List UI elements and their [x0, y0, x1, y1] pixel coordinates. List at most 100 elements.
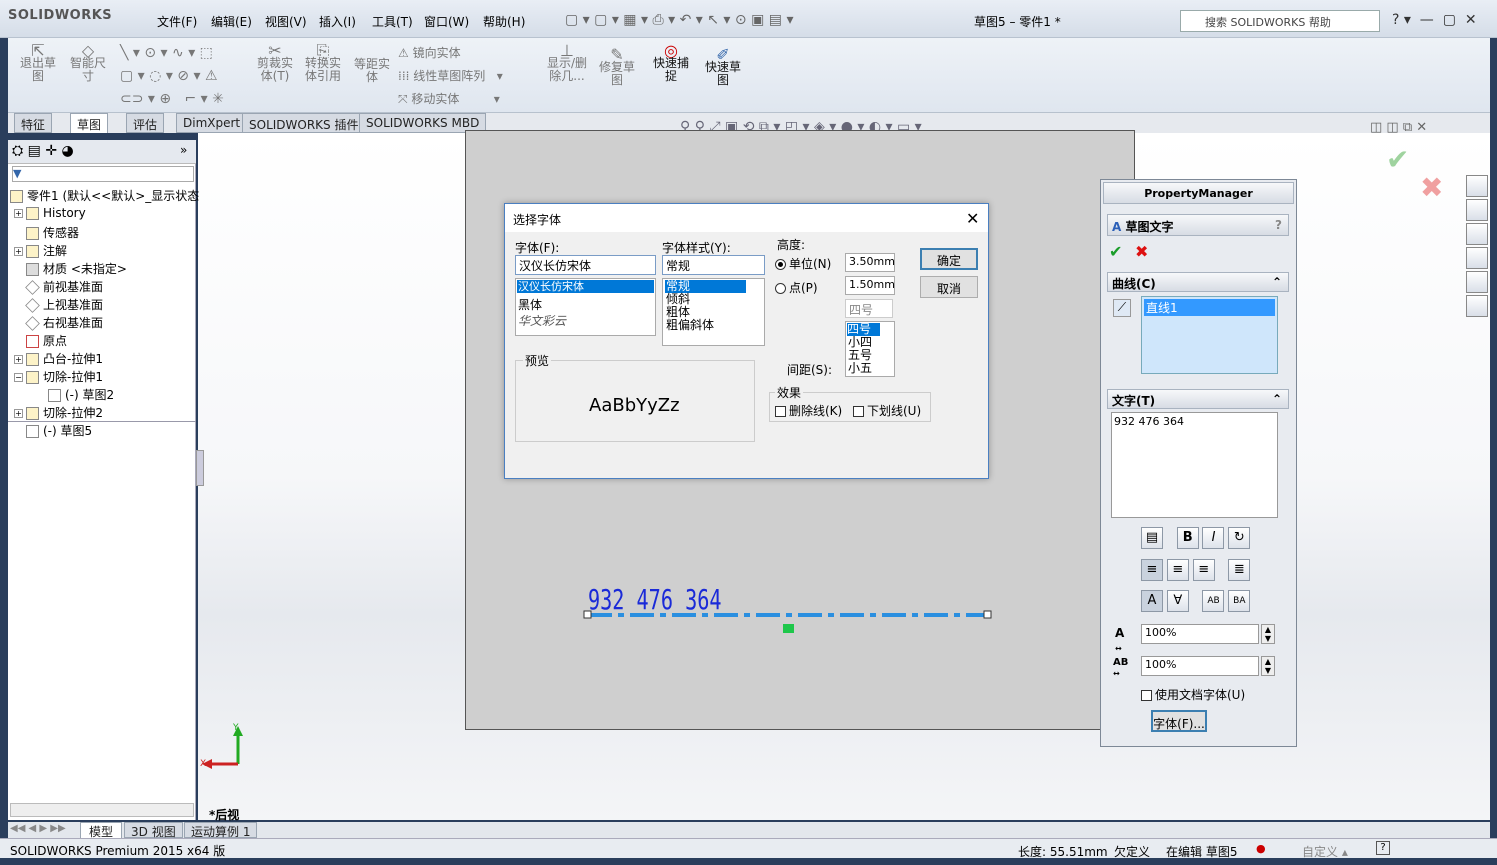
rapid-sketch-button[interactable]: ✐ 快速草图	[700, 47, 746, 87]
align-left-icon[interactable]: ≡	[1141, 559, 1163, 581]
curve-select-icon[interactable]: ⟋	[1113, 299, 1131, 317]
resources-icon[interactable]	[1466, 199, 1488, 221]
flip-vertical-icon[interactable]: A	[1141, 590, 1163, 612]
units-radio[interactable]: 单位(N)	[775, 255, 831, 272]
file-explorer-icon[interactable]	[1466, 247, 1488, 269]
viewport-controls[interactable]: ◫ ◫ ⧉ ✕	[1370, 120, 1427, 135]
tab-dimxpert[interactable]: DimXpert	[176, 113, 248, 133]
menu-insert[interactable]: 插入(I)	[319, 13, 356, 30]
tree-item-cut-extrude1[interactable]: − 切除-拉伸1	[14, 368, 103, 386]
tab-model[interactable]: 模型	[80, 822, 123, 839]
tab-scroll-arrows[interactable]: ◀◀ ◀ ▶ ▶▶	[10, 823, 66, 834]
bold-button[interactable]: B	[1176, 527, 1199, 549]
sketch-line[interactable]	[580, 605, 1000, 635]
tree-item-sketch5[interactable]: (-) 草图5	[26, 422, 92, 440]
move-entities-button[interactable]: ⤧ 移动实体 ▾	[398, 88, 500, 111]
points-radio[interactable]: 点(P)	[775, 279, 818, 296]
flip-upside-icon[interactable]: ∀	[1166, 590, 1189, 612]
align-right-icon[interactable]: ≡	[1192, 559, 1215, 581]
align-center-icon[interactable]: ≡	[1166, 559, 1189, 581]
tree-filter-icon[interactable]: ▼	[12, 166, 194, 182]
quick-snaps-button[interactable]: ◎ 快速捕捉	[648, 43, 694, 83]
link-property-icon[interactable]: ▤	[1141, 527, 1163, 549]
rebuild-icon[interactable]: ●	[1256, 842, 1266, 855]
units-menu[interactable]: 自定义 ▴	[1302, 843, 1348, 860]
help-icon[interactable]: ?	[1376, 841, 1390, 855]
tab-sketch[interactable]: 草图	[70, 113, 109, 133]
tree-item-sensors[interactable]: 传感器	[26, 224, 79, 242]
tree-item-top-plane[interactable]: 上视基准面	[25, 296, 103, 314]
style-input[interactable]: 常规	[662, 255, 765, 275]
confirm-corner-ok-icon[interactable]: ✔	[1386, 143, 1409, 176]
offset-button[interactable]: 等距实体	[350, 58, 394, 84]
exit-sketch-button[interactable]: ⇱ 退出草图	[18, 43, 58, 83]
menu-window[interactable]: 窗口(W)	[424, 13, 469, 30]
list-item[interactable]: 粗偏斜体	[663, 319, 764, 332]
tab-motion-study[interactable]: 运动算例 1	[184, 822, 258, 839]
font-list[interactable]: 汉仪长仿宋体 黑体 华文彩云	[515, 278, 656, 336]
width-spinner[interactable]: ▲ ▼	[1261, 624, 1275, 644]
list-item[interactable]: 华文彩云	[516, 312, 655, 328]
list-item[interactable]: 汉仪长仿宋体	[517, 280, 654, 293]
point-size-list[interactable]: 四号 小四 五号 小五	[845, 321, 895, 377]
menu-edit[interactable]: 编辑(E)	[211, 13, 252, 30]
tab-addins[interactable]: SOLIDWORKS 插件	[242, 113, 366, 133]
tree-item-annotations[interactable]: + 注解	[14, 242, 67, 260]
style-list[interactable]: 常规 倾斜 粗体 粗偏斜体	[662, 278, 765, 346]
window-controls[interactable]: ? ▾ — ▢ ✕	[1392, 12, 1477, 28]
spacing-input[interactable]: 1.50mm	[845, 276, 895, 295]
spacing-spinner[interactable]: ▲ ▼	[1261, 656, 1275, 676]
convert-entities-button[interactable]: ⎘ 转换实 体引用	[302, 43, 344, 83]
appearances-icon[interactable]	[1466, 271, 1488, 293]
flip-horizontal-icon[interactable]: AB	[1202, 590, 1225, 612]
home-icon[interactable]	[1466, 175, 1488, 197]
tree-item-material[interactable]: 材质 <未指定>	[26, 260, 127, 278]
repair-sketch-button[interactable]: ✎ 修复草图	[596, 47, 638, 87]
justify-icon[interactable]: ≣	[1228, 559, 1251, 581]
tree-item-boss-extrude1[interactable]: + 凸台-拉伸1	[14, 350, 103, 368]
curves-section-header[interactable]: 曲线(C) ⌃	[1107, 272, 1289, 292]
mirror-text-icon[interactable]: BA	[1228, 590, 1251, 612]
tree-item-cut-extrude2[interactable]: + 切除-拉伸2	[14, 404, 103, 422]
panel-collapse-handle[interactable]	[196, 450, 204, 486]
tree-scrollbar[interactable]	[10, 803, 194, 817]
text-input[interactable]: 932 476 364	[1111, 412, 1278, 518]
tab-evaluate[interactable]: 评估	[126, 113, 165, 133]
trim-button[interactable]: ✂ 剪裁实 体(T)	[254, 43, 296, 83]
italic-button[interactable]: I	[1202, 527, 1225, 549]
linear-pattern-button[interactable]: ⁞⁞⁞ 线性草图阵列 ▾	[398, 65, 503, 88]
list-item[interactable]: 小五	[846, 362, 894, 375]
pm-cancel-icon[interactable]: ✖	[1135, 242, 1148, 261]
menu-tools[interactable]: 工具(T)	[372, 13, 413, 30]
units-height-input[interactable]: 3.50mm	[845, 253, 895, 272]
pm-ok-icon[interactable]: ✔	[1109, 242, 1122, 261]
tree-item-front-plane[interactable]: 前视基准面	[25, 278, 103, 296]
tree-item-sketch2[interactable]: (-) 草图2	[48, 386, 114, 404]
smart-dimension-button[interactable]: ◇ 智能尺寸	[66, 43, 110, 83]
curve-item[interactable]: 直线1	[1144, 299, 1275, 316]
menu-view[interactable]: 视图(V)	[265, 13, 307, 30]
text-section-header[interactable]: 文字(T) ⌃	[1107, 389, 1289, 409]
ok-button[interactable]: 确定	[920, 248, 978, 270]
cancel-button[interactable]: 取消	[920, 276, 978, 298]
search-input[interactable]: 搜索 SOLIDWORKS 帮助	[1180, 10, 1380, 32]
dialog-close-icon[interactable]: ✕	[966, 209, 979, 228]
list-item[interactable]: 黑体	[516, 294, 655, 312]
underline-checkbox[interactable]: 下划线(U)	[853, 402, 921, 419]
font-button[interactable]: 字体(F)...	[1151, 710, 1207, 732]
menu-help[interactable]: 帮助(H)	[483, 13, 525, 30]
width-factor-input[interactable]: 100%	[1141, 624, 1259, 644]
quick-access-icons[interactable]: ▢ ▾ ▢ ▾ ▦ ▾ ⎙ ▾ ↶ ▾ ↖ ▾ ⊙ ▣ ▤ ▾	[565, 12, 793, 28]
tab-features[interactable]: 特征	[14, 113, 53, 133]
tree-item-origin[interactable]: 原点	[26, 332, 67, 350]
mirror-button[interactable]: ⚠ 镜向实体	[398, 42, 461, 65]
spacing-factor-input[interactable]: 100%	[1141, 656, 1259, 676]
sketch-tools-grid[interactable]: ╲ ▾ ⊙ ▾ ∿ ▾ ⬚ ▢ ▾ ◌ ▾ ⊘ ▾ ⚠ ⊂⊃ ▾ ⊕ ⌐ ▾ ✳	[120, 42, 224, 111]
tree-item-history[interactable]: + History	[14, 206, 86, 224]
folder-icon[interactable]	[1466, 223, 1488, 245]
tab-3d-view[interactable]: 3D 视图	[124, 822, 183, 839]
strikeout-checkbox[interactable]: 删除线(K)	[775, 402, 842, 419]
menu-file[interactable]: 文件(F)	[157, 13, 197, 30]
confirm-corner-cancel-icon[interactable]: ✖	[1420, 171, 1443, 204]
tree-item-right-plane[interactable]: 右视基准面	[25, 314, 103, 332]
